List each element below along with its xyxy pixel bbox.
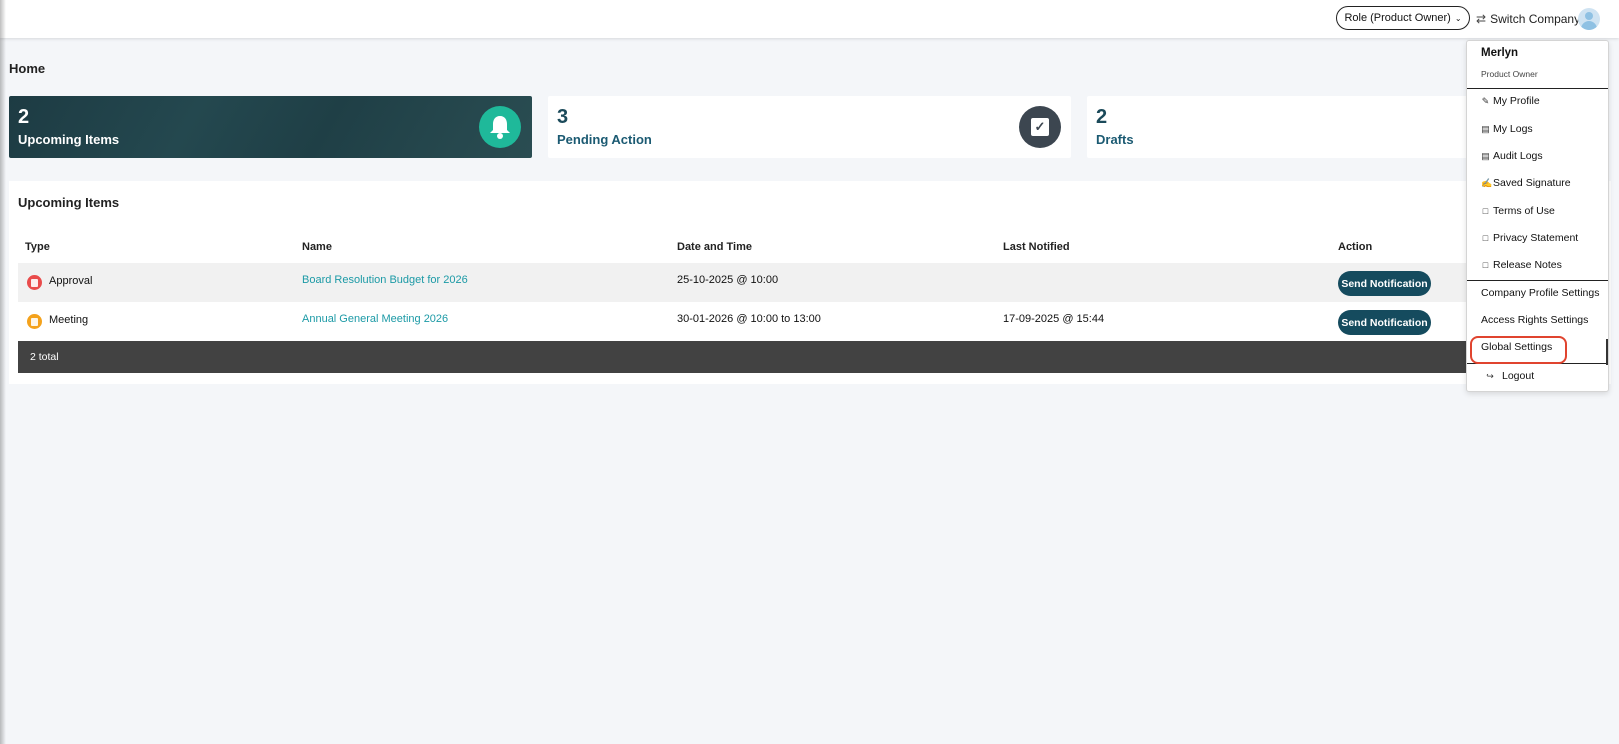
menu-item-company-profile-settings[interactable]: Company Profile Settings [1481, 287, 1599, 299]
menu-divider [1467, 88, 1608, 89]
column-header-type: Type [25, 241, 50, 253]
page-title: Home [9, 61, 46, 76]
menu-item-label: Saved Signature [1493, 177, 1571, 189]
menu-item-audit-logs[interactable]: ▤ Audit Logs [1481, 150, 1543, 162]
checkbox-glyph: ✓ [1031, 118, 1049, 136]
row-type: Approval [49, 275, 93, 287]
menu-item-label: Logout [1502, 370, 1535, 382]
logout-icon: ↪ [1486, 370, 1494, 381]
column-header-name: Name [302, 241, 332, 253]
menu-item-privacy-statement[interactable]: □ Privacy Statement [1481, 232, 1578, 244]
card-count: 2 [1096, 106, 1108, 128]
card-count: 2 [18, 106, 30, 128]
page-edge-shadow [0, 0, 6, 744]
file-icon: □ [1482, 260, 1489, 270]
menu-item-label: Terms of Use [1493, 205, 1555, 217]
menu-divider [1467, 280, 1608, 281]
row-type: Meeting [49, 314, 89, 326]
panel-title: Upcoming Items [18, 195, 120, 210]
menu-edge-line [1606, 339, 1608, 365]
menu-divider [1467, 363, 1608, 364]
table-footer: 2 total [18, 341, 1602, 373]
avatar-body [1581, 21, 1597, 30]
bell-icon [479, 106, 521, 148]
total-count: 2 total [30, 351, 59, 363]
role-dropdown-button[interactable]: Role (Product Owner) ⌄ [1336, 6, 1470, 30]
send-notification-button[interactable]: Send Notification [1338, 271, 1431, 296]
switch-company-button[interactable]: ⇄ Switch Company [1476, 10, 1580, 28]
card-label: Upcoming Items [18, 132, 120, 147]
table-header: Type Name Date and Time Last Notified Ac… [18, 233, 1602, 263]
column-header-last-notified: Last Notified [1003, 241, 1070, 253]
card-label: Pending Action [557, 132, 652, 147]
check-icon: ✓ [1019, 106, 1061, 148]
send-notification-button[interactable]: Send Notification [1338, 310, 1431, 335]
row-datetime: 25-10-2025 @ 10:00 [677, 274, 779, 286]
switch-company-label: Switch Company [1490, 12, 1581, 26]
menu-item-release-notes[interactable]: □ Release Notes [1481, 259, 1562, 271]
menu-item-logout[interactable]: ↪ Logout [1481, 370, 1534, 382]
table-row: Approval Board Resolution Budget for 202… [18, 263, 1602, 302]
edit-icon: ✎ [1481, 95, 1490, 106]
table-row: Meeting Annual General Meeting 2026 30-0… [18, 302, 1602, 341]
row-datetime: 30-01-2026 @ 10:00 to 13:00 [677, 313, 821, 325]
document-icon: ▤ [1481, 150, 1490, 161]
meeting-icon [27, 314, 42, 329]
column-header-action: Action [1338, 241, 1373, 253]
file-icon: □ [1482, 233, 1489, 243]
menu-user-name: Merlyn [1481, 47, 1519, 59]
upcoming-items-panel: Upcoming Items Type Name Date and Time L… [9, 181, 1611, 384]
column-header-date: Date and Time [677, 241, 752, 253]
top-bar: Role (Product Owner) ⌄ ⇄ Switch Company [0, 0, 1619, 38]
card-label: Drafts [1096, 132, 1134, 147]
menu-item-label: Audit Logs [1493, 150, 1543, 162]
menu-item-saved-signature[interactable]: ✍ Saved Signature [1481, 177, 1571, 189]
menu-item-label: Access Rights Settings [1481, 314, 1589, 326]
menu-item-access-rights-settings[interactable]: Access Rights Settings [1481, 314, 1588, 326]
switch-arrows-icon: ⇄ [1476, 12, 1487, 26]
row-last-notified: 17-09-2025 @ 15:44 [1003, 313, 1105, 325]
file-icon: □ [1482, 206, 1489, 216]
role-label: Role (Product Owner) [1344, 12, 1451, 24]
avatar-head [1585, 12, 1593, 20]
menu-item-label: My Logs [1493, 123, 1533, 135]
card-pending-action[interactable]: 3 Pending Action ✓ [548, 96, 1071, 158]
menu-item-label: Release Notes [1493, 259, 1562, 271]
card-upcoming-items[interactable]: 2 Upcoming Items [9, 96, 532, 158]
row-name-link[interactable]: Board Resolution Budget for 2026 [302, 274, 468, 286]
row-name-link[interactable]: Annual General Meeting 2026 [302, 313, 448, 325]
document-icon: ▤ [1481, 123, 1490, 134]
menu-item-label: My Profile [1493, 95, 1540, 107]
menu-item-label: Privacy Statement [1493, 232, 1579, 244]
menu-item-terms-of-use[interactable]: □ Terms of Use [1481, 205, 1555, 217]
user-dropdown-menu: Merlyn Product Owner ✎ My Profile ▤ My L… [1466, 40, 1609, 392]
signature-icon: ✍ [1481, 177, 1493, 188]
menu-item-global-settings[interactable]: Global Settings [1481, 341, 1552, 353]
avatar[interactable] [1578, 8, 1600, 30]
menu-item-my-logs[interactable]: ▤ My Logs [1481, 123, 1533, 135]
menu-user-role: Product Owner [1481, 69, 1538, 79]
approval-icon [27, 275, 42, 290]
menu-item-label: Global Settings [1481, 341, 1553, 353]
card-count: 3 [557, 106, 569, 128]
menu-item-label: Company Profile Settings [1481, 287, 1600, 299]
menu-item-my-profile[interactable]: ✎ My Profile [1481, 95, 1540, 107]
card-drafts[interactable]: 2 Drafts [1087, 96, 1467, 158]
chevron-down-icon: ⌄ [1454, 13, 1462, 23]
